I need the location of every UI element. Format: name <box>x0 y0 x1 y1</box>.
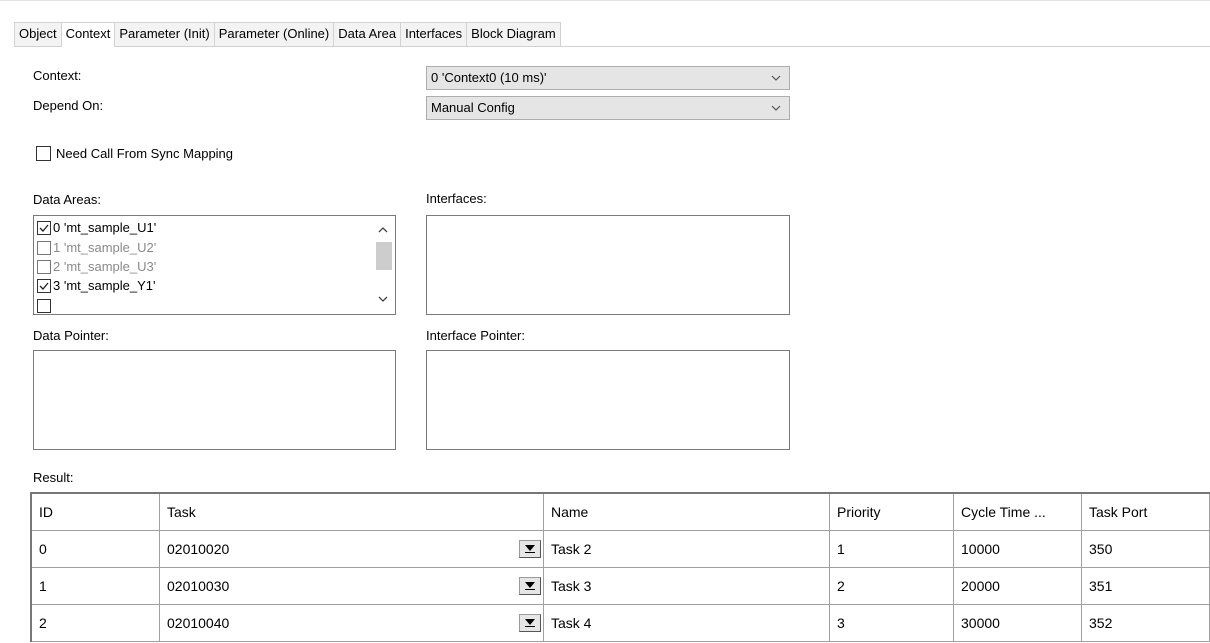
chevron-down-icon <box>771 75 781 81</box>
column-header-name[interactable]: Name <box>544 494 830 531</box>
cell-id[interactable]: 2 <box>32 605 160 642</box>
cell-cycle-time[interactable]: 30000 <box>954 605 1082 642</box>
column-header-priority[interactable]: Priority <box>830 494 954 531</box>
checkbox-checked[interactable] <box>37 278 51 293</box>
cell-task-port[interactable]: 351 <box>1082 568 1210 605</box>
list-item[interactable]: 2 'mt_sample_U3' <box>37 258 156 275</box>
cell-task[interactable]: 02010020 <box>160 531 544 568</box>
cell-cycle-time[interactable]: 10000 <box>954 531 1082 568</box>
tab-parameter-online[interactable]: Parameter (Online) <box>213 22 335 46</box>
tab-strip: Object Context Parameter (Init) Paramete… <box>14 22 561 47</box>
chevron-up-icon[interactable] <box>377 225 389 235</box>
list-item-label: 3 'mt_sample_Y1' <box>53 278 156 293</box>
column-header-task[interactable]: Task <box>160 494 544 531</box>
cell-name[interactable]: Task 3 <box>544 568 830 605</box>
context-value: 0 'Context0 (10 ms)' <box>431 70 547 85</box>
depend-on-value: Manual Config <box>431 100 515 115</box>
tab-context[interactable]: Context <box>60 22 116 47</box>
context-label: Context: <box>33 68 82 83</box>
table-row[interactable]: 1 02010030 Task 3 2 20000 351 <box>32 568 1210 605</box>
cell-id[interactable]: 1 <box>32 568 160 605</box>
cell-priority[interactable]: 3 <box>830 605 954 642</box>
cell-priority[interactable]: 2 <box>830 568 954 605</box>
column-header-cycle-time[interactable]: Cycle Time ... <box>954 494 1082 531</box>
list-item-label: 1 'mt_sample_U2' <box>53 240 157 255</box>
data-areas-listbox[interactable]: 0 'mt_sample_U1' 1 'mt_sample_U2' 2 'mt_… <box>33 215 396 315</box>
list-item[interactable]: 1 'mt_sample_U2' <box>37 239 156 256</box>
tab-block-diagram[interactable]: Block Diagram <box>466 22 561 46</box>
interface-pointer-label: Interface Pointer: <box>426 328 525 343</box>
context-combobox[interactable]: 0 'Context0 (10 ms)' <box>426 66 790 90</box>
column-header-task-port[interactable]: Task Port <box>1082 494 1210 531</box>
result-grid[interactable]: ID Task Name Priority Cycle Time ... Tas… <box>30 492 1210 642</box>
data-areas-label: Data Areas: <box>33 192 101 207</box>
cell-task-port[interactable]: 352 <box>1082 605 1210 642</box>
dropdown-arrow-icon[interactable] <box>519 577 541 595</box>
cell-task-port[interactable]: 350 <box>1082 531 1210 568</box>
cell-task[interactable]: 02010030 <box>160 568 544 605</box>
tab-interfaces[interactable]: Interfaces <box>400 22 468 46</box>
cell-name[interactable]: Task 2 <box>544 531 830 568</box>
list-item[interactable]: 0 'mt_sample_U1' <box>37 219 156 236</box>
table-header-row: ID Task Name Priority Cycle Time ... Tas… <box>32 494 1210 531</box>
checkmark-icon <box>39 224 49 232</box>
checkbox-unchecked[interactable] <box>37 298 51 313</box>
tab-parameter-init[interactable]: Parameter (Init) <box>114 22 215 46</box>
data-pointer-label: Data Pointer: <box>33 328 109 343</box>
scrollbar-thumb[interactable] <box>376 242 392 270</box>
result-label: Result: <box>33 470 74 485</box>
table-row[interactable]: 0 02010020 Task 2 1 10000 350 <box>32 531 1210 568</box>
checkbox-unchecked[interactable] <box>37 240 51 255</box>
list-item[interactable]: 3 'mt_sample_Y1' <box>37 277 156 294</box>
cell-id[interactable]: 0 <box>32 531 160 568</box>
list-item-label: 0 'mt_sample_U1' <box>53 220 157 235</box>
cell-task[interactable]: 02010040 <box>160 605 544 642</box>
cell-cycle-time[interactable]: 20000 <box>954 568 1082 605</box>
chevron-down-icon <box>771 105 781 111</box>
interface-pointer-listbox[interactable] <box>426 350 790 450</box>
table-row[interactable]: 2 02010040 Task 4 3 30000 352 <box>32 605 1210 642</box>
tab-baseline <box>14 46 1210 47</box>
need-call-checkbox[interactable] <box>36 146 51 161</box>
chevron-down-icon[interactable] <box>377 294 389 304</box>
need-call-label: Need Call From Sync Mapping <box>56 146 234 161</box>
interfaces-listbox[interactable] <box>426 215 790 315</box>
window-top-border <box>0 0 1210 1</box>
data-pointer-listbox[interactable] <box>33 350 396 450</box>
tab-data-area[interactable]: Data Area <box>333 22 402 46</box>
checkbox-unchecked[interactable] <box>37 259 51 274</box>
checkmark-icon <box>39 282 49 290</box>
cell-name[interactable]: Task 4 <box>544 605 830 642</box>
cell-priority[interactable]: 1 <box>830 531 954 568</box>
tab-object[interactable]: Object <box>14 22 62 46</box>
column-header-id[interactable]: ID <box>32 494 160 531</box>
data-areas-scrollbar[interactable] <box>371 216 395 314</box>
cell-task-value: 02010020 <box>167 541 230 557</box>
interfaces-label: Interfaces: <box>426 191 487 206</box>
dropdown-arrow-icon[interactable] <box>519 540 541 558</box>
dropdown-arrow-icon[interactable] <box>519 614 541 632</box>
depend-on-combobox[interactable]: Manual Config <box>426 96 790 120</box>
cell-task-value: 02010030 <box>167 578 230 594</box>
list-item-label: 2 'mt_sample_U3' <box>53 259 157 274</box>
depend-on-label: Depend On: <box>33 98 104 113</box>
cell-task-value: 02010040 <box>167 615 230 631</box>
checkbox-checked[interactable] <box>37 220 51 235</box>
list-item-partial[interactable] <box>37 297 53 314</box>
